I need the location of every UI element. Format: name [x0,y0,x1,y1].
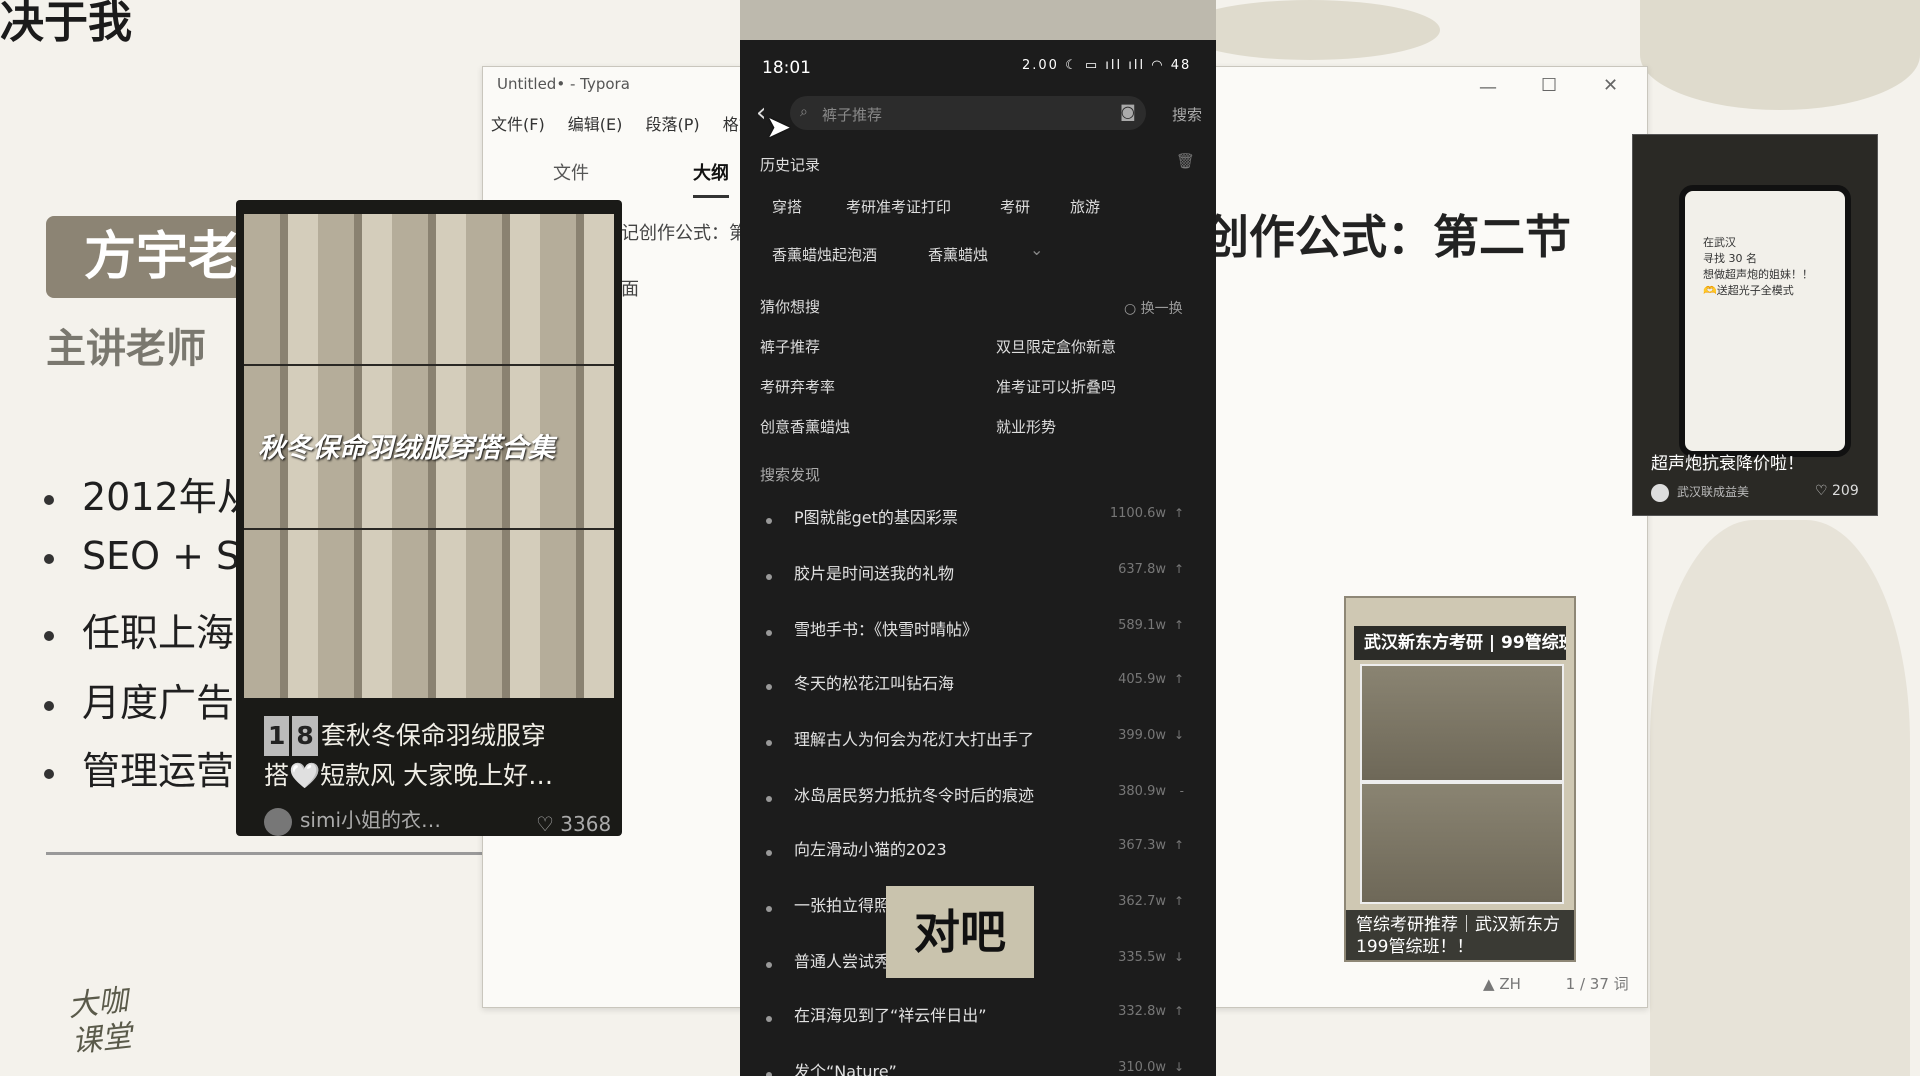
menu-edit[interactable]: 编辑(E) [568,115,623,134]
chevron-down-icon[interactable]: ⌄ [1030,240,1043,259]
outline-item[interactable]: 面 [621,275,639,301]
history-chip[interactable]: 旅游 [1070,196,1100,217]
bullet-item: SEO + S [44,534,240,578]
tab-files[interactable]: 文件 [553,159,589,185]
minimize-button[interactable]: — [1479,77,1497,98]
discover-item[interactable]: 雪地手书：《快雪时晴帖》 589.1w ↑ [766,616,1196,656]
bullet-dot [44,768,54,779]
search-placeholder: 裤子推荐 [822,106,883,124]
card-author[interactable]: simi小姐的衣… [264,804,441,836]
classroom-photo [1360,664,1564,782]
avatar [264,807,292,836]
bullet-item: 月度广告 [44,672,234,727]
note-card-new-oriental[interactable]: 武汉新东方考研 | 99管综班 管综考研推荐｜武汉新东方 199管综班！！ [1344,596,1576,962]
close-button[interactable]: ✕ [1603,75,1618,96]
discover-item[interactable]: 向左滑动小猫的2023 367.3w ↑ [766,836,1196,876]
outline-item[interactable]: 记创作公式：第 [621,219,747,245]
note-card-down-jacket[interactable]: 秋冬保命羽绒服穿搭合集 1 8 套秋冬保命羽绒服穿 搭🤍短款风 大家晚上好… sim… [236,200,622,836]
like-count[interactable]: ♡ 209 [1815,483,1859,499]
history-chip[interactable]: 穿搭 [772,196,802,217]
guess-item[interactable]: 准考证可以折叠吗 [996,376,1116,397]
discover-item[interactable]: P图就能get的基因彩票 1100.6w ↑ [766,504,1196,544]
card-overlay-title: 秋冬保命羽绒服穿搭合集 [258,433,555,464]
avatar [1651,483,1669,502]
discover-item[interactable]: 冰岛居民努力抵抗冬令时后的痕迹 380.9w - [766,782,1196,822]
tab-outline[interactable]: 大纲 [693,159,729,198]
history-chip[interactable]: 考研 [1000,196,1030,217]
bullet-dot [44,630,54,641]
search-icon: ⌕ [800,104,808,120]
history-label: 历史记录 [760,156,821,174]
camera-icon[interactable]: ◙ [1120,102,1136,121]
teacher-role-label: 主讲老师 [46,326,206,372]
discover-item[interactable]: 发个“Nature” 310.0w ↓ [766,1058,1196,1076]
window-title: Untitled• - Typora [497,75,630,93]
brand-logo: 大咖 课堂 [66,983,134,1060]
status-time: 18:01 [762,58,811,78]
video-subtitle: 对吧 [886,886,1034,978]
decorative-branch-image [1640,0,1920,110]
menu-bar: 文件(F) 编辑(E) 段落(P) 格式( [491,111,779,135]
bullet-dot [44,700,54,711]
heart-icon: ♡ [1815,483,1828,499]
guess-item[interactable]: 创意香薰蜡烛 [760,416,850,437]
card-caption: 1 8 套秋冬保命羽绒服穿 搭🤍短款风 大家晚上好… [264,716,604,796]
slide-top-title: 决于我 [0,0,132,48]
discover-item[interactable]: 胶片是时间送我的礼物 637.8w ↑ [766,560,1196,600]
search-button[interactable]: 搜索 [1172,104,1202,125]
card-banner: 武汉新东方考研 | 99管综班 [1354,626,1566,660]
history-chip[interactable]: 考研准考证打印 [846,196,951,217]
guess-item[interactable]: 裤子推荐 [760,336,820,357]
warning-icon[interactable]: ▲ [1483,975,1495,993]
card-caption: 超声炮抗衰降价啦！ [1651,454,1804,474]
word-count[interactable]: 1 / 37 词 [1566,975,1629,993]
status-icons: 2.00 ☾ ▭ ıll ıll ◠ 48 [1022,58,1192,73]
menu-paragraph[interactable]: 段落(P) [646,115,700,134]
document-heading: 创作公式：第二节 [1203,210,1571,264]
card-caption: 管综考研推荐｜武汉新东方 199管综班！！ [1346,910,1574,960]
guess-item[interactable]: 双旦限定盒你新意 [996,336,1116,357]
menu-file[interactable]: 文件(F) [491,115,545,134]
bullet-dot [44,494,54,505]
trash-icon[interactable]: 🗑 [1176,152,1195,170]
bullet-item: 管理运营 [44,740,234,795]
decorative-flower-image [1180,0,1440,60]
bullet-item: 任职上海 [44,602,234,657]
maximize-button[interactable]: ☐ [1541,75,1557,96]
note-card-ultrasound[interactable]: 在武汉 寻找 30 名 想做超声炮的姐妹！！ 🫶送超光子全模式 超声炮抗衰降价啦… [1632,134,1878,516]
discover-item[interactable]: 理解古人为何会为花灯大打出手了 399.0w ↓ [766,726,1196,766]
status-bar: ▲ ZH 1 / 37 词 [1483,973,1629,994]
card-author[interactable]: 武汉联成益美 [1651,483,1749,502]
decorative-plant-image [1650,520,1910,1076]
screenshot-text: 在武汉 寻找 30 名 想做超声炮的姐妹！！ 🫶送超光子全模式 [1703,236,1813,297]
slide-divider [46,852,486,855]
guess-item[interactable]: 就业形势 [996,416,1056,437]
discover-item[interactable]: 在洱海见到了“祥云伴日出” 332.8w ↑ [766,1002,1196,1042]
like-count[interactable]: ♡ 3368 [536,812,611,836]
refresh-icon: ○ [1124,301,1137,317]
floating-window-titlebar[interactable] [740,0,1216,40]
bullet-dot [44,553,54,564]
bullet-item: 2012年从 [44,466,255,521]
discover-item[interactable]: 冬天的松花江叫钻石海 405.9w ↑ [766,670,1196,710]
guess-label: 猜你想搜 [760,298,821,316]
phone-screenshot-image: 在武汉 寻找 30 名 想做超声炮的姐妹！！ 🫶送超光子全模式 [1679,185,1851,457]
history-chip[interactable]: 香薰蜡烛起泡酒 [772,244,877,265]
heart-icon: ♡ [536,812,554,836]
classroom-photo [1360,782,1564,904]
discover-label: 搜索发现 [760,466,821,484]
language-indicator[interactable]: ZH [1499,975,1521,993]
guess-item[interactable]: 考研弃考率 [760,376,835,397]
history-chip[interactable]: 香薰蜡烛 [928,244,988,265]
mouse-cursor-icon: ➤ [766,110,792,145]
back-arrow-icon[interactable]: ‹ [756,98,766,128]
collage-row-divider [244,528,614,680]
refresh-button[interactable]: ○ 换一换 [1124,298,1183,318]
